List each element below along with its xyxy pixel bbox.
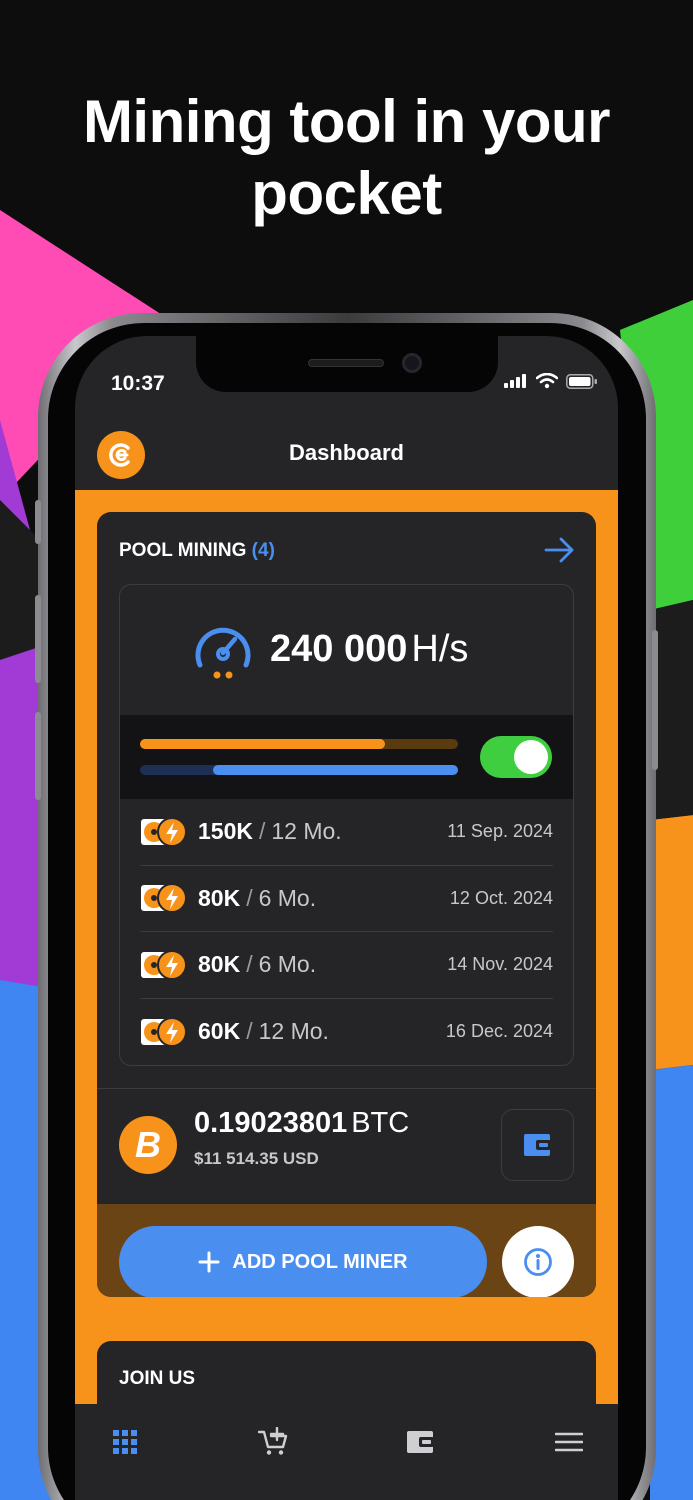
miner-separator: / — [258, 818, 266, 845]
miner-date: 11 Sep. 2024 — [447, 821, 553, 842]
speaker — [308, 359, 384, 367]
miner-separator: / — [246, 1018, 253, 1045]
tab-shop[interactable] — [251, 1424, 295, 1460]
miner-separator: / — [246, 884, 253, 911]
info-button[interactable] — [502, 1226, 574, 1297]
miner-fan-bolt-icon — [141, 1016, 187, 1047]
page-title: Dashboard — [289, 440, 404, 465]
usd-balance: $11 514.35 USD — [194, 1149, 319, 1168]
headline-line-2: pocket — [251, 160, 442, 227]
list-item[interactable]: 80K / 6 Mo. 12 Oct. 2024 — [140, 866, 553, 932]
cart-add-icon — [258, 1427, 288, 1455]
tab-menu[interactable] — [547, 1424, 591, 1460]
phone-screen: 10:37 Dashboard POOL MINING (4) 240 000 … — [75, 336, 618, 1500]
menu-icon — [555, 1432, 583, 1452]
wallet-icon — [407, 1431, 434, 1453]
volume-down-button — [35, 712, 41, 800]
miner-fan-bolt-icon — [141, 949, 187, 980]
btc-unit: BTC — [351, 1107, 410, 1139]
signal-icon — [504, 374, 526, 388]
pool-mining-label: POOL MINING — [119, 540, 247, 561]
miner-term: 6 Mo. — [258, 884, 317, 911]
content-area: POOL MINING (4) 240 000 H/s 150K / 12 Mo… — [75, 490, 618, 1500]
miner-amount: 150K — [198, 818, 253, 845]
miner-term: 6 Mo. — [258, 951, 317, 978]
battery-icon — [566, 373, 597, 389]
pool-count: (4) — [251, 540, 275, 561]
tab-bar — [75, 1404, 618, 1500]
miner-date: 12 Oct. 2024 — [449, 887, 553, 908]
headline: Mining tool in your pocket — [0, 86, 693, 230]
hashrate-unit: H/s — [411, 628, 469, 670]
hashrate-value: 240 000 — [270, 628, 408, 670]
orange-progress-fill — [140, 739, 385, 749]
notch — [196, 336, 498, 392]
list-item[interactable]: 150K / 12 Mo. 11 Sep. 2024 — [140, 799, 553, 866]
miner-list: 150K / 12 Mo. 11 Sep. 2024 80K / 6 Mo. 1… — [140, 799, 553, 1065]
miner-term: 12 Mo. — [258, 1018, 329, 1045]
btc-balance: 0.19023801 BTC — [194, 1107, 409, 1140]
power-button — [652, 630, 658, 770]
list-item[interactable]: 60K / 12 Mo. 16 Dec. 2024 — [140, 999, 553, 1066]
volume-up-button — [35, 595, 41, 683]
blue-progress-track — [140, 765, 458, 775]
status-time: 10:37 — [111, 372, 165, 395]
hashrate-display: 240 000 H/s — [270, 628, 468, 671]
status-icons — [504, 373, 598, 389]
miner-date: 16 Dec. 2024 — [445, 1021, 553, 1042]
mining-toggle[interactable] — [480, 736, 552, 778]
pool-mining-card: POOL MINING (4) 240 000 H/s 150K / 12 Mo… — [97, 512, 596, 1297]
miner-separator: / — [246, 951, 253, 978]
tab-dashboard[interactable] — [103, 1424, 147, 1460]
wallet-button[interactable] — [501, 1109, 574, 1181]
miner-term: 12 Mo. — [271, 818, 342, 845]
miner-date: 14 Nov. 2024 — [447, 954, 553, 975]
btc-amount: 0.19023801 — [194, 1107, 348, 1139]
headline-line-1: Mining tool in your — [82, 88, 611, 155]
miner-amount: 80K — [198, 951, 241, 978]
front-camera — [402, 353, 422, 373]
mute-switch — [35, 500, 41, 544]
wallet-icon — [523, 1134, 551, 1156]
miner-amount: 80K — [198, 884, 241, 911]
bitcoin-icon: B — [119, 1116, 177, 1174]
blue-progress-fill — [213, 765, 458, 775]
info-icon — [524, 1248, 552, 1276]
miner-fan-bolt-icon — [141, 816, 187, 847]
miner-amount: 60K — [198, 1018, 241, 1045]
app-header: Dashboard — [75, 416, 618, 492]
add-pool-miner-button[interactable]: ADD POOL MINER — [119, 1226, 487, 1297]
join-us-title: JOIN US — [119, 1368, 196, 1389]
hashrate-box: 240 000 H/s 150K / 12 Mo. 11 Sep. 2024 8… — [119, 584, 574, 1066]
list-item[interactable]: 80K / 6 Mo. 14 Nov. 2024 — [140, 932, 553, 999]
progress-band — [120, 715, 573, 799]
grid-icon — [113, 1430, 137, 1454]
speedometer-icon — [195, 627, 251, 679]
hashrate-row: 240 000 H/s — [120, 585, 573, 715]
divider — [97, 1088, 596, 1089]
action-band: ADD POOL MINER — [97, 1204, 596, 1297]
arrow-right-icon[interactable] — [544, 536, 576, 564]
pool-mining-title: POOL MINING (4) — [119, 540, 275, 562]
miner-fan-bolt-icon — [141, 883, 187, 914]
add-pool-miner-label: ADD POOL MINER — [232, 1250, 408, 1273]
orange-progress-track — [140, 739, 458, 749]
plus-icon — [198, 1251, 220, 1273]
toggle-knob — [514, 740, 548, 774]
tab-wallet[interactable] — [399, 1424, 443, 1460]
wifi-icon — [536, 373, 558, 389]
